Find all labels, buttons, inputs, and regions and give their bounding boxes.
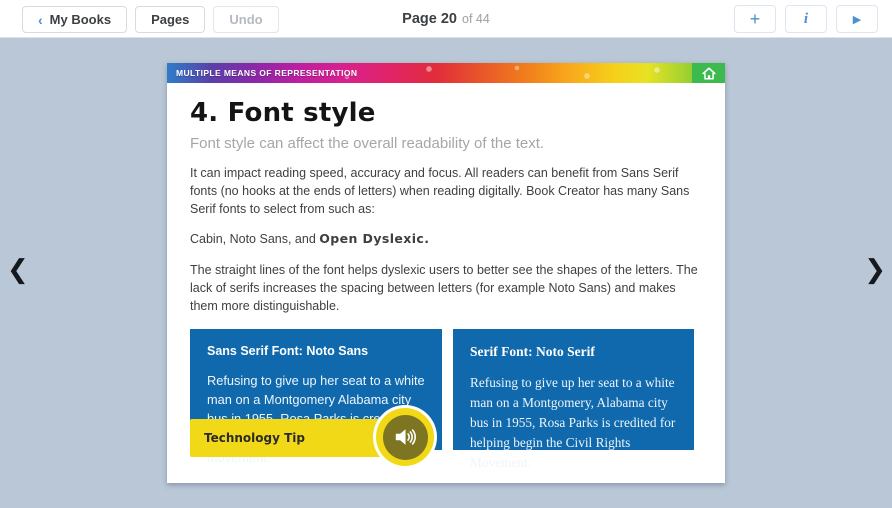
info-icon: i xyxy=(804,11,808,28)
paragraph-2: Cabin, Noto Sans, and Open Dyslexic. xyxy=(190,230,702,248)
my-books-button[interactable]: ‹ My Books xyxy=(22,6,127,33)
serif-card[interactable]: Serif Font: Noto Serif Refusing to give … xyxy=(453,329,694,450)
serif-card-heading: Serif Font: Noto Serif xyxy=(470,344,677,360)
play-icon: ▶ xyxy=(853,13,861,26)
page-number: Page 20 xyxy=(402,11,457,27)
page-content: 4. Font style Font style can affect the … xyxy=(167,83,725,450)
plus-icon: + xyxy=(750,10,761,28)
audio-inner-circle xyxy=(383,415,428,460)
page-total: of 44 xyxy=(462,12,490,26)
audio-play-button[interactable] xyxy=(376,408,434,466)
info-button[interactable]: i xyxy=(785,5,827,33)
pages-label: Pages xyxy=(151,12,189,27)
my-books-label: My Books xyxy=(50,12,111,27)
pages-button[interactable]: Pages xyxy=(135,6,205,33)
toolbar: ‹ My Books Pages Undo Page 20 of 44 + i … xyxy=(0,0,892,38)
home-button[interactable] xyxy=(692,63,725,83)
next-page-arrow[interactable]: ❯ xyxy=(864,256,886,282)
rainbow-header-strip: MULTIPLE MEANS OF REPRESENTATION xyxy=(167,63,725,83)
page-subtitle: Font style can affect the overall readab… xyxy=(190,135,702,152)
back-chevron-icon: ‹ xyxy=(38,13,43,27)
page-title: 4. Font style xyxy=(190,98,702,128)
undo-label: Undo xyxy=(229,12,262,27)
add-button[interactable]: + xyxy=(734,5,776,33)
undo-button[interactable]: Undo xyxy=(213,6,278,33)
home-icon xyxy=(702,67,716,80)
toolbar-right-group: + i ▶ xyxy=(734,5,878,33)
paragraph-1: It can impact reading speed, accuracy an… xyxy=(190,164,702,218)
play-button[interactable]: ▶ xyxy=(836,5,878,33)
serif-card-body: Refusing to give up her seat to a white … xyxy=(470,373,677,473)
open-dyslexic-sample: Open Dyslexic. xyxy=(319,231,429,246)
paragraph-2-prefix: Cabin, Noto Sans, and xyxy=(190,232,319,246)
technology-tip-label: Technology Tip xyxy=(204,431,305,445)
toolbar-left-group: ‹ My Books Pages Undo xyxy=(22,6,279,33)
sans-serif-card-heading: Sans Serif Font: Noto Sans xyxy=(207,344,425,358)
previous-page-arrow[interactable]: ❮ xyxy=(7,256,29,282)
strip-label: MULTIPLE MEANS OF REPRESENTATION xyxy=(176,68,357,78)
speaker-icon xyxy=(392,424,418,450)
book-page: MULTIPLE MEANS OF REPRESENTATION 4. Font… xyxy=(167,63,725,483)
paragraph-3: The straight lines of the font helps dys… xyxy=(190,261,702,315)
